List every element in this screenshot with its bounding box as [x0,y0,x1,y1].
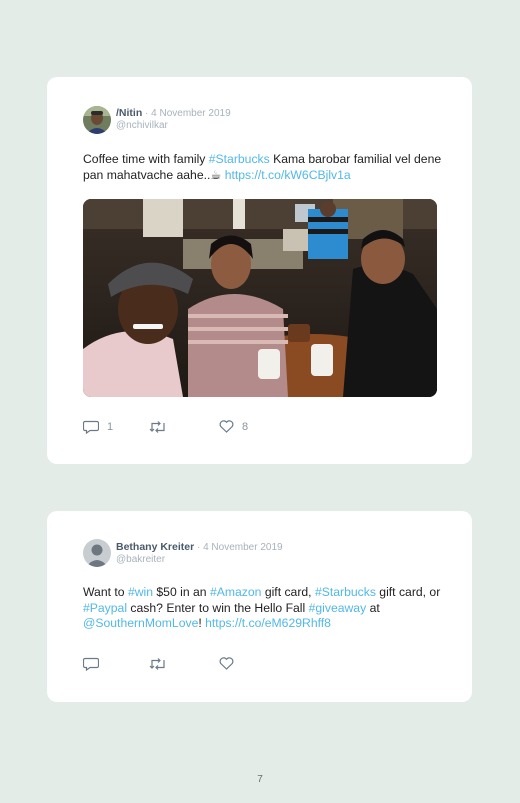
tweet-date: · 4 November 2019 [194,542,283,553]
avatar[interactable] [83,106,111,134]
tweet-date: · 4 November 2019 [142,108,231,119]
reply-button[interactable] [83,657,107,671]
tweet-text-segment: gift card, [261,585,315,599]
like-button[interactable]: 8 [219,420,248,433]
reply-icon [83,657,99,671]
avatar[interactable] [83,539,111,567]
tweet-link[interactable]: #Paypal [83,601,127,615]
author-handle[interactable]: @bakreiter [116,554,165,565]
retweet-icon [149,420,167,434]
author-line: /Nitin · 4 November 2019 [116,107,231,119]
tweet-actions: 1 8 [83,420,283,436]
tweet-link[interactable]: #win [128,585,153,599]
tweet-link[interactable]: #Amazon [210,585,262,599]
tweet-actions [83,657,283,673]
tweet-text-segment: gift card, or [375,585,441,599]
tweet-text-segment: Coffee time with family [83,152,209,166]
heart-icon [219,657,234,670]
tweet-card: Bethany Kreiter · 4 November 2019 @bakre… [47,511,472,702]
tweet-text: Want to #win $50 in an #Amazon gift card… [83,585,443,632]
tweet-link[interactable]: #Starbucks [315,585,376,599]
retweet-button[interactable] [149,657,175,671]
tweet-card: /Nitin · 4 November 2019 @nchivilkar Cof… [47,77,472,464]
author-name[interactable]: /Nitin [116,107,142,119]
tweet-photo[interactable] [83,199,437,397]
tweet-link[interactable]: https://t.co/eM629Rhff8 [205,616,331,630]
reply-icon [83,420,99,434]
tweet-link[interactable]: https://t.co/kW6CBjlv1a [225,168,351,182]
author-line: Bethany Kreiter · 4 November 2019 [116,541,283,553]
reply-button[interactable]: 1 [83,420,113,434]
tweet-text: Coffee time with family #Starbucks Kama … [83,152,443,183]
retweet-button[interactable] [149,420,175,434]
tweet-link[interactable]: @SouthernMomLove [83,616,198,630]
like-button[interactable] [219,657,242,670]
tweet-text-segment: cash? Enter to win the Hello Fall [127,600,309,615]
like-count: 8 [242,420,249,433]
heart-icon [219,420,234,433]
tweet-link[interactable]: #Starbucks [209,152,270,166]
author-name[interactable]: Bethany Kreiter [116,541,194,553]
tweet-text-segment: $50 in an [153,585,210,599]
tweet-text-segment: Want to [83,585,128,599]
page-number: 7 [257,774,263,785]
tweet-text-segment: at [366,600,380,615]
reply-count: 1 [107,421,114,433]
tweet-link[interactable]: #giveaway [309,601,367,615]
author-handle[interactable]: @nchivilkar [116,120,168,131]
retweet-icon [149,657,167,671]
